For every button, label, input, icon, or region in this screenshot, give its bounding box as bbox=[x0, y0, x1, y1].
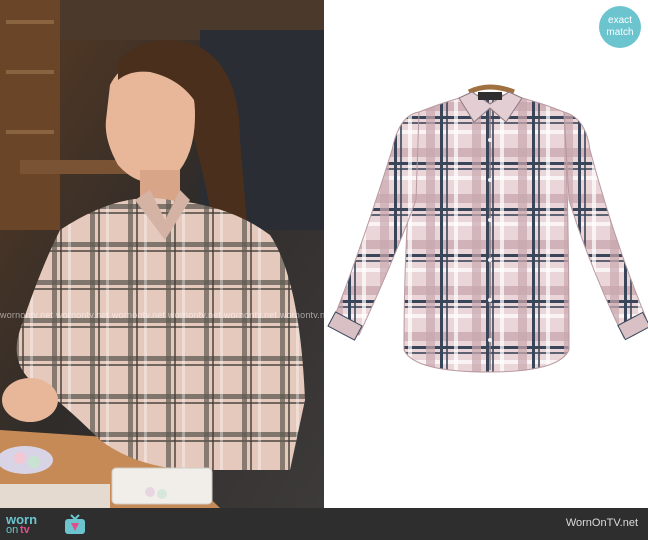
logo-tv-text: tv bbox=[20, 524, 30, 536]
watermark: wornontv.net wornontv.net wornontv.net w… bbox=[0, 310, 324, 320]
plaid-shirt-product-image bbox=[327, 84, 648, 373]
tv-icon bbox=[65, 514, 85, 534]
scene-photo: wornontv.net wornontv.net wornontv.net w… bbox=[0, 0, 324, 508]
footer-bar: worn on tv WornOnTV.net bbox=[0, 508, 648, 540]
badge-line-2: match bbox=[606, 27, 634, 38]
scene-illustration bbox=[0, 0, 324, 508]
product-panel bbox=[324, 0, 648, 508]
exact-match-badge: exact match bbox=[599, 6, 641, 48]
logo-on-text: on bbox=[6, 524, 19, 536]
site-name[interactable]: WornOnTV.net bbox=[566, 517, 638, 529]
badge-line-1: exact bbox=[608, 15, 632, 26]
